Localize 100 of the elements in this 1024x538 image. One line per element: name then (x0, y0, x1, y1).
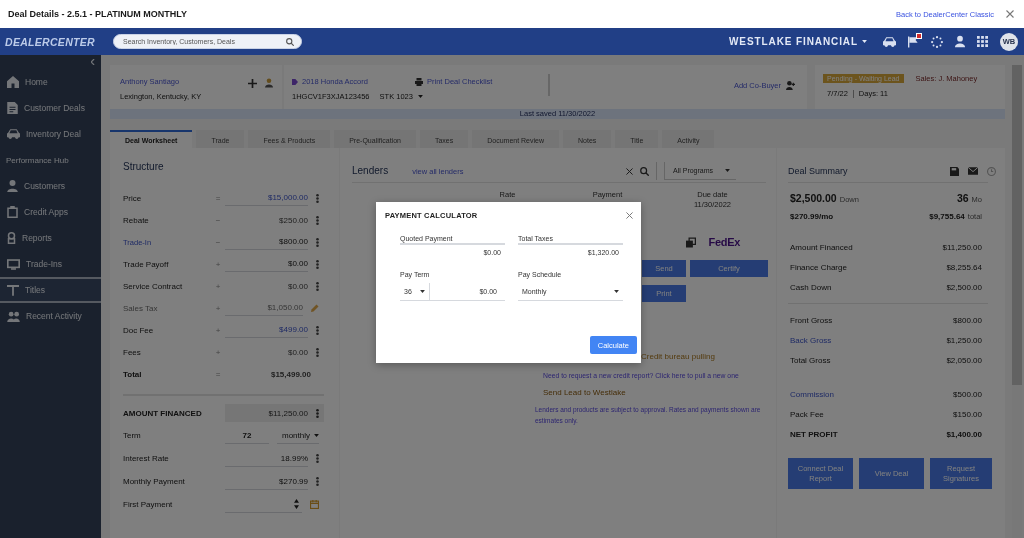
search-icon[interactable] (640, 166, 649, 176)
summary-link[interactable]: Back Gross (790, 335, 832, 345)
printer-icon[interactable] (415, 77, 423, 86)
amount-field[interactable]: 18.99% (225, 450, 308, 467)
sidebar-item[interactable]: Credit Apps (0, 199, 101, 225)
clock-icon (987, 166, 996, 176)
sidebar-item[interactable]: Reports (0, 225, 101, 251)
field-label: First Payment (123, 500, 173, 509)
summary-label: Total Gross (790, 355, 831, 365)
person-add-icon[interactable] (786, 81, 795, 90)
sidebar-item[interactable]: Customer Deals (0, 95, 101, 121)
person-icon[interactable] (265, 78, 273, 88)
summary-value: $8,255.64 (946, 262, 982, 272)
sidebar-item[interactable]: Titles (0, 277, 101, 303)
operator-sign: + (215, 303, 221, 313)
field-label: Service Contract (123, 281, 183, 291)
close-icon[interactable] (626, 212, 633, 219)
more-icon[interactable] (316, 281, 319, 291)
amount-field[interactable]: $0.00 (225, 256, 308, 272)
car-icon (7, 129, 20, 139)
amount-field[interactable]: $11,250.00 (225, 404, 324, 422)
summary-label: Front Gross (790, 315, 833, 325)
person-icon[interactable] (955, 35, 965, 48)
panel-title: Lenders (352, 164, 389, 178)
loader-icon[interactable] (931, 35, 943, 48)
term-months: 36 (956, 192, 969, 204)
field-label: Trade Payoff (123, 259, 169, 269)
people-icon (7, 310, 20, 322)
amount-field: $1,050.00 (225, 300, 303, 316)
chevron-icon[interactable] (91, 59, 95, 65)
clipboard-icon (7, 206, 18, 218)
panel-title: Structure (123, 160, 165, 174)
sidebar-item[interactable]: Customers (0, 173, 101, 199)
app-logo[interactable]: DEALERCENTER (0, 35, 101, 48)
sidebar-heading: Performance Hub (5, 154, 70, 167)
copy-icon[interactable] (686, 236, 697, 248)
summary-label: Amount Financed (790, 242, 853, 252)
field-label: Doc Fee (123, 325, 154, 335)
monitor-icon (7, 258, 20, 270)
operator-sign: + (215, 325, 221, 335)
person-icon (7, 180, 18, 192)
plus-icon[interactable] (248, 78, 257, 88)
sidebar-item[interactable]: Home (0, 69, 101, 95)
grid-icon[interactable] (977, 36, 988, 47)
close-icon[interactable] (626, 167, 633, 175)
caret-icon (614, 290, 619, 293)
operator-sign: = (215, 369, 221, 379)
tag-icon (292, 78, 298, 85)
total-of-payments: $9,755.64 (929, 212, 965, 221)
down-payment: $2,500.00 (790, 192, 837, 204)
date-field[interactable] (225, 496, 302, 513)
field-label: Price (123, 193, 142, 203)
summary-value: $1,250.00 (946, 335, 982, 345)
search-icon[interactable] (286, 37, 294, 46)
credit-status: Credit bureau pulling (641, 352, 715, 361)
sidebar-item[interactable]: Trade-Ins (0, 251, 101, 277)
summary-value: $800.00 (953, 315, 982, 325)
summary-value: $2,050.00 (946, 355, 982, 365)
more-icon[interactable] (316, 477, 319, 486)
amount-value: $250.00 (279, 215, 308, 225)
close-icon[interactable] (1006, 10, 1014, 18)
term-field[interactable]: 72 (225, 427, 269, 444)
lender-logo: FedEx (708, 236, 740, 248)
amount-field[interactable]: $15,000.00 (225, 190, 308, 206)
page-title: Deal Details - 2.5.1 - PLATINUM MONTHLY (8, 9, 188, 19)
send-lead-link[interactable]: Send Lead to Westlake (543, 388, 626, 397)
panel-title: Deal Summary (788, 165, 848, 178)
account-menu[interactable]: WESTLAKE FINANCIAL (729, 36, 867, 47)
flag-icon[interactable] (908, 35, 919, 48)
car-icon[interactable] (883, 36, 896, 47)
amount-field[interactable]: $270.99 (225, 473, 308, 490)
more-icon[interactable] (316, 259, 319, 269)
amount-field[interactable]: $499.00 (225, 322, 308, 338)
field-label: Total (123, 369, 142, 379)
summary-value: $150.00 (953, 409, 982, 419)
more-icon[interactable] (316, 237, 319, 247)
operator-sign: − (215, 215, 221, 225)
badge-icon (7, 232, 16, 244)
envelope-icon[interactable] (968, 167, 978, 175)
more-icon[interactable] (316, 215, 319, 225)
field-label: Rebate (123, 215, 149, 225)
summary-link[interactable]: Commission (790, 389, 834, 399)
more-icon[interactable] (316, 347, 319, 357)
more-icon[interactable] (316, 408, 319, 418)
frequency-select[interactable]: monthly (277, 427, 319, 444)
sidebar-item[interactable]: Recent Activity (0, 303, 101, 329)
stepper-icon[interactable] (294, 499, 299, 509)
summary-value: $500.00 (953, 389, 982, 399)
more-icon[interactable] (316, 454, 319, 463)
more-icon[interactable] (316, 325, 319, 335)
field-label: Interest Rate (123, 454, 169, 463)
monthly-payment: $270.99/mo (790, 212, 834, 221)
amount-field[interactable]: $800.00 (225, 234, 308, 250)
sidebar-item[interactable]: Inventory Deal (0, 121, 101, 147)
more-icon[interactable] (316, 193, 319, 203)
operator-sign: + (215, 347, 221, 357)
summary-value: $1,400.00 (946, 429, 982, 439)
save-icon[interactable] (950, 166, 959, 176)
summary-label: Pack Fee (790, 409, 824, 419)
summary-value: $2,500.00 (946, 282, 982, 292)
